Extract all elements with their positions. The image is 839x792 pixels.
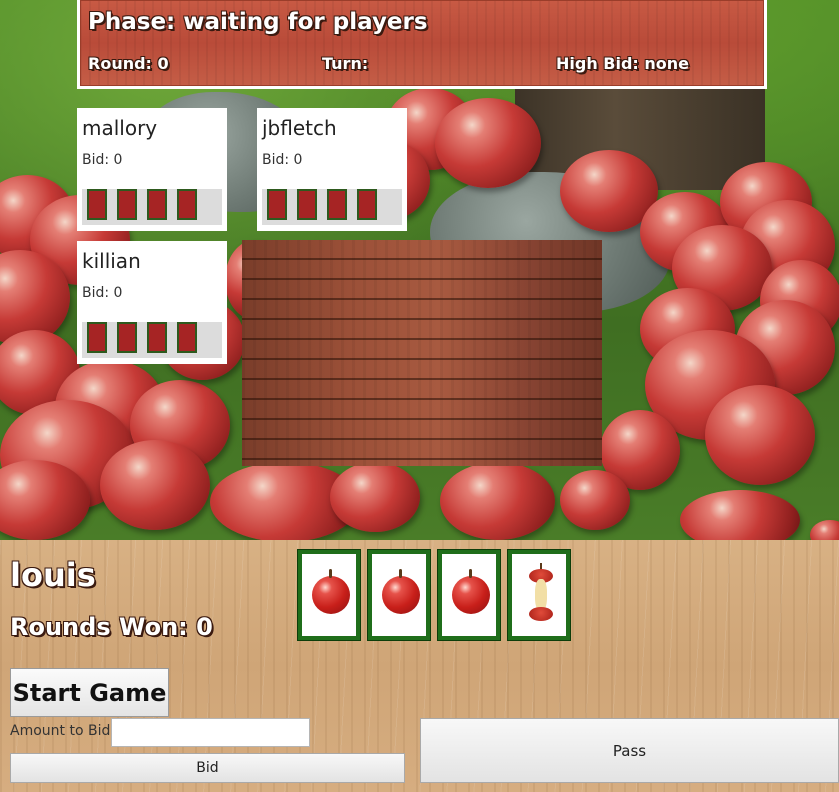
my-card-apple[interactable] <box>298 550 360 640</box>
card-back <box>87 189 107 220</box>
apple <box>330 462 420 532</box>
apple-core-icon <box>529 563 553 621</box>
player-hand <box>82 189 222 225</box>
card-back <box>177 322 197 353</box>
card-back <box>297 189 317 220</box>
rounds-won-text: Rounds Won: 0 <box>10 613 213 641</box>
player-name: killian <box>82 249 141 273</box>
status-bar: Phase: waiting for players Round: 0 Turn… <box>77 0 767 89</box>
player-control-panel: louis Rounds Won: 0 Start Game Amount to… <box>0 540 839 792</box>
card-back <box>357 189 377 220</box>
card-back <box>147 322 167 353</box>
my-card-apple[interactable] <box>368 550 430 640</box>
my-card-apple[interactable] <box>438 550 500 640</box>
bid-button[interactable]: Bid <box>10 753 405 783</box>
player-bid: Bid: 0 <box>82 285 123 301</box>
turn-text: Turn: <box>322 54 369 73</box>
pass-button[interactable]: Pass <box>420 718 839 783</box>
player-name: jbfletch <box>262 116 337 140</box>
bid-amount-label: Amount to Bid <box>10 723 111 739</box>
phase-text: Phase: waiting for players <box>88 9 428 35</box>
card-back <box>177 189 197 220</box>
apple <box>810 520 839 540</box>
player-panel-mallory: mallory Bid: 0 <box>77 108 227 231</box>
start-game-button[interactable]: Start Game <box>10 668 169 717</box>
card-back <box>87 322 107 353</box>
player-bid: Bid: 0 <box>262 152 303 168</box>
bid-amount-input[interactable] <box>111 718 310 747</box>
apple <box>680 490 800 540</box>
apple-icon <box>452 569 490 614</box>
apple-icon <box>382 569 420 614</box>
round-text: Round: 0 <box>88 54 169 73</box>
player-name: mallory <box>82 116 158 140</box>
my-card-apple-core[interactable] <box>508 550 570 640</box>
card-back <box>327 189 347 220</box>
player-bid: Bid: 0 <box>82 152 123 168</box>
card-back <box>117 322 137 353</box>
card-back <box>267 189 287 220</box>
apple <box>100 440 210 530</box>
apple <box>440 462 555 540</box>
card-back <box>117 189 137 220</box>
player-hand <box>82 322 222 358</box>
player-panel-jbfletch: jbfletch Bid: 0 <box>257 108 407 231</box>
apple <box>705 385 815 485</box>
player-hand <box>262 189 402 225</box>
player-panel-killian: killian Bid: 0 <box>77 241 227 364</box>
my-player-name: louis <box>10 556 96 594</box>
apple <box>560 470 630 530</box>
card-back <box>147 189 167 220</box>
play-area-board <box>242 240 602 466</box>
apple-icon <box>312 569 350 614</box>
apple <box>435 98 541 188</box>
high-bid-text: High Bid: none <box>556 54 690 73</box>
